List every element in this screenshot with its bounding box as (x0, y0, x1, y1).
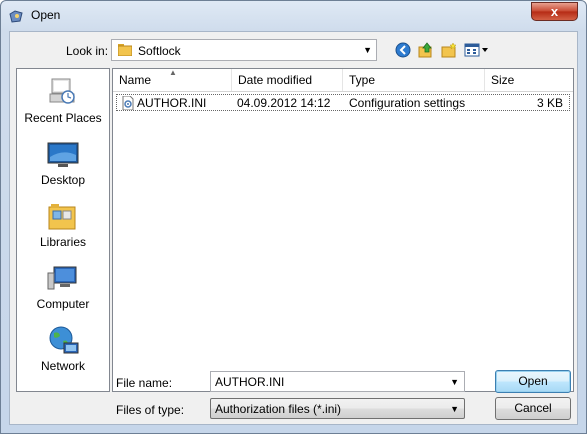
column-size[interactable]: Size (485, 69, 573, 91)
lookin-dropdown[interactable]: Softlock ▼ (111, 39, 377, 61)
network-icon (46, 325, 80, 357)
dialog-client: Look in: Softlock ▼ Recent Places Deskto… (9, 31, 578, 425)
filename-label: File name: (116, 376, 173, 390)
close-icon: x (550, 4, 559, 19)
place-desktop[interactable]: Desktop (17, 139, 109, 187)
file-size: 3 KB (536, 96, 563, 110)
new-folder-icon[interactable] (441, 42, 457, 61)
places-bar: Recent Places Desktop Libraries Computer… (16, 68, 110, 392)
ini-file-icon (121, 95, 135, 113)
computer-icon (46, 263, 80, 295)
file-row[interactable]: AUTHOR.INI 04.09.2012 14:12 Configuratio… (116, 94, 570, 111)
place-label: Recent Places (24, 111, 102, 125)
chevron-down-icon: ▼ (363, 45, 372, 55)
place-network[interactable]: Network (17, 325, 109, 373)
place-label: Computer (36, 297, 90, 311)
file-list[interactable]: ▲ Name Date modified Type Size AUTHOR.IN… (112, 68, 574, 392)
close-button[interactable]: x (531, 2, 578, 21)
file-date: 04.09.2012 14:12 (237, 96, 331, 110)
place-label: Libraries (39, 235, 87, 249)
chevron-down-icon[interactable]: ▼ (450, 377, 459, 387)
file-type: Configuration settings (349, 96, 466, 110)
up-folder-icon[interactable] (418, 42, 434, 61)
place-computer[interactable]: Computer (17, 263, 109, 311)
place-recent-places[interactable]: Recent Places (17, 77, 109, 125)
filename-field[interactable]: AUTHOR.INI ▼ (210, 371, 465, 392)
place-label: Desktop (40, 173, 86, 187)
view-menu-icon[interactable] (464, 42, 490, 61)
place-libraries[interactable]: Libraries (17, 201, 109, 249)
filetype-value: Authorization files (*.ini) (215, 402, 342, 416)
place-label: Network (40, 359, 85, 373)
folder-icon (117, 43, 133, 59)
title-bar[interactable]: Open x (1, 1, 586, 31)
back-icon[interactable] (395, 42, 411, 61)
lookin-value: Softlock (138, 44, 181, 58)
column-header: ▲ Name Date modified Type Size (113, 68, 573, 92)
sort-up-icon: ▲ (169, 68, 177, 77)
open-dialog-icon (8, 8, 24, 24)
recent-places-icon (46, 77, 80, 109)
window-title: Open (31, 8, 61, 22)
open-button[interactable]: Open (495, 370, 571, 393)
desktop-icon (46, 139, 80, 171)
lookin-label: Look in: (66, 44, 109, 58)
filetype-select[interactable]: Authorization files (*.ini) ▼ (210, 398, 465, 419)
chevron-down-icon: ▼ (450, 404, 459, 414)
libraries-icon (46, 201, 80, 233)
column-type[interactable]: Type (343, 69, 485, 91)
filetype-label: Files of type: (116, 403, 185, 417)
filename-value: AUTHOR.INI (215, 375, 285, 389)
cancel-button[interactable]: Cancel (495, 397, 571, 420)
column-date[interactable]: Date modified (232, 69, 343, 91)
column-name[interactable]: ▲ Name (113, 68, 232, 91)
open-dialog: Open x Look in: Softlock ▼ Recent Places… (0, 0, 587, 434)
file-name: AUTHOR.INI (137, 96, 207, 110)
